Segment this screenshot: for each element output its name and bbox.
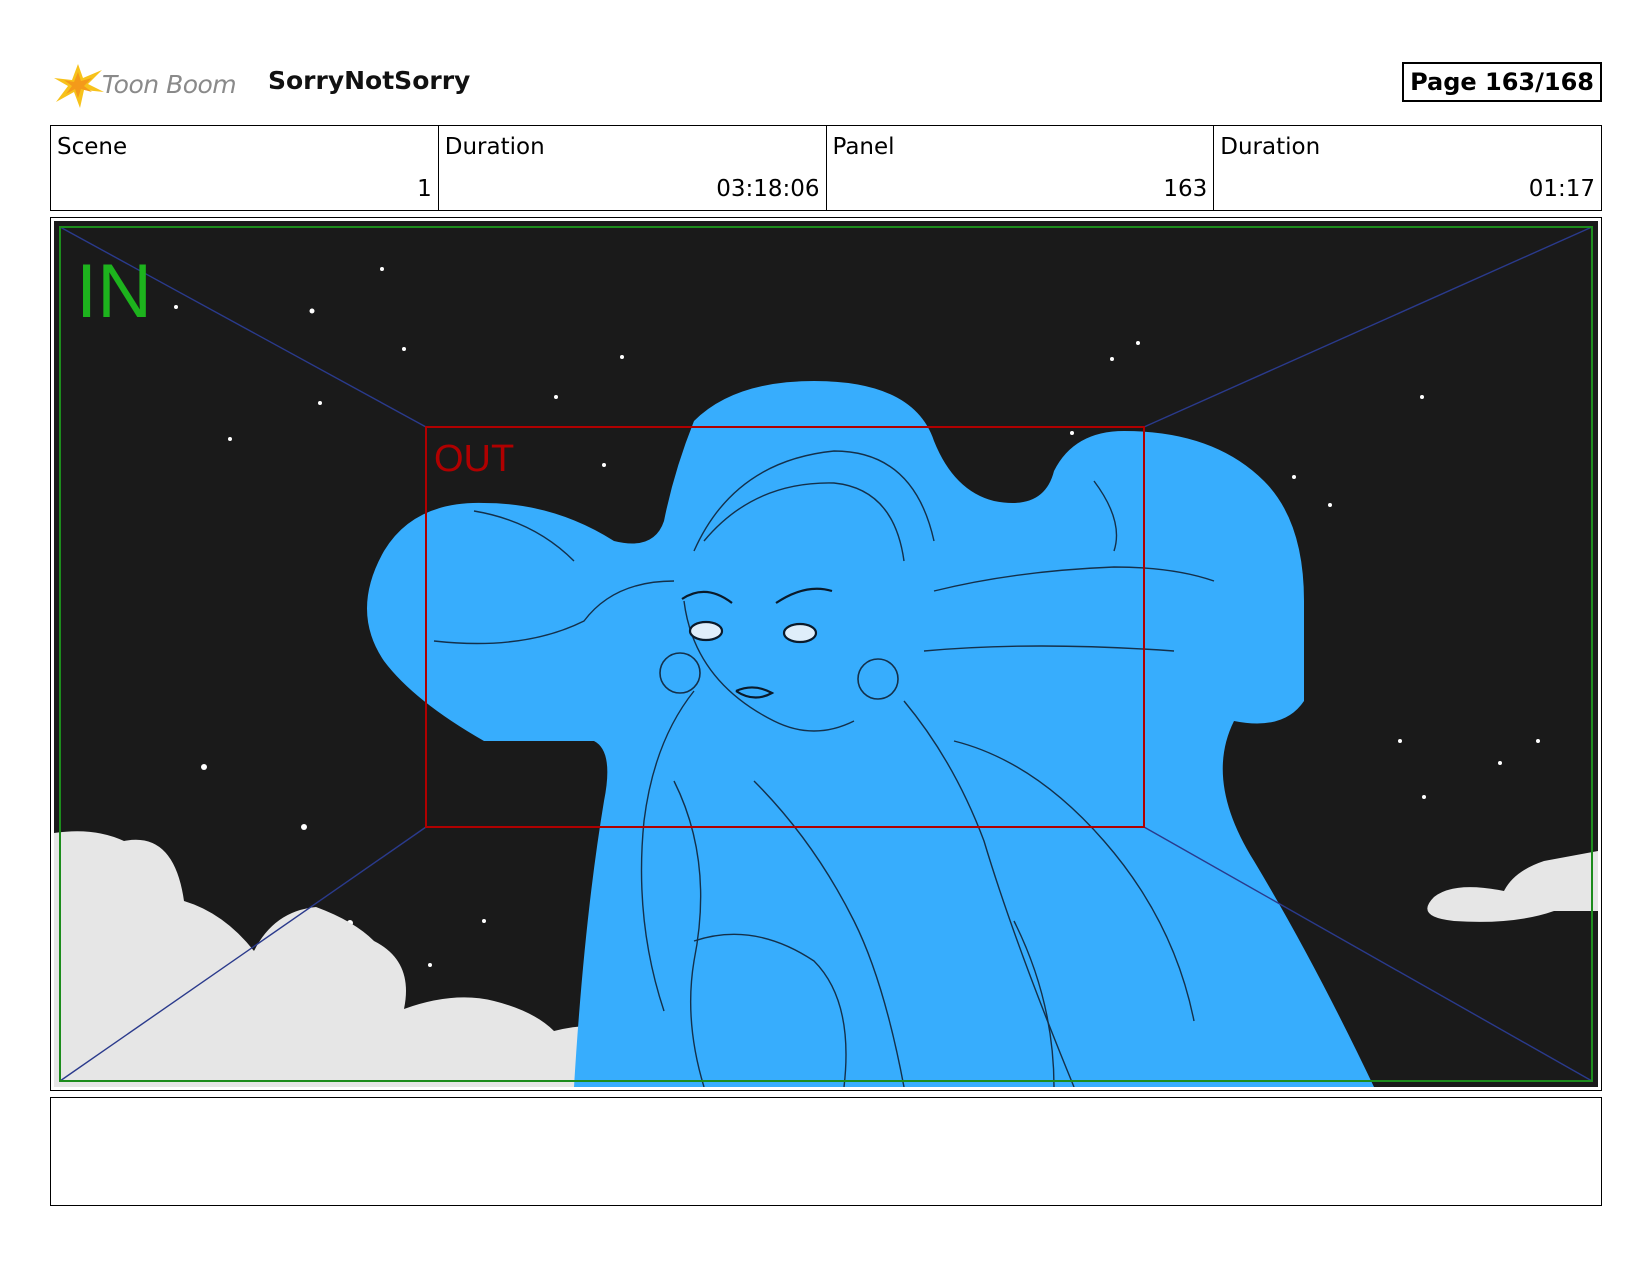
in-label: IN (76, 249, 152, 334)
scene-duration-label: Duration (444, 134, 545, 160)
scene-duration-cell: Duration 03:18:06 (437, 125, 827, 211)
scene-value: 1 (417, 176, 432, 202)
panel-cell: Panel 163 (825, 125, 1215, 211)
starburst-logo-icon (54, 64, 104, 108)
toon-boom-logo: Toon Boom (50, 56, 237, 112)
scene-info-table: Scene 1 Duration 03:18:06 Panel 163 Dura… (50, 125, 1602, 211)
out-label: OUT (434, 438, 514, 480)
page-number: Page 163/168 (1402, 62, 1602, 102)
logo-text: Toon Boom (102, 69, 237, 99)
storyboard-panel: IN OUT (50, 217, 1602, 1091)
project-title: SorryNotSorry (268, 66, 471, 95)
scene-label: Scene (57, 134, 128, 160)
scene-cell: Scene 1 (50, 125, 439, 211)
panel-drawing: IN OUT (54, 221, 1598, 1087)
page-header: Toon Boom SorryNotSorry Page 163/168 (50, 52, 1602, 116)
panel-duration-value: 01:17 (1528, 176, 1595, 202)
panel-value: 163 (1163, 176, 1208, 202)
panel-notes (50, 1097, 1602, 1206)
panel-duration-label: Duration (1220, 134, 1321, 160)
panel-label: Panel (832, 134, 895, 160)
panel-duration-cell: Duration 01:17 (1213, 125, 1602, 211)
scene-duration-value: 03:18:06 (716, 176, 820, 202)
